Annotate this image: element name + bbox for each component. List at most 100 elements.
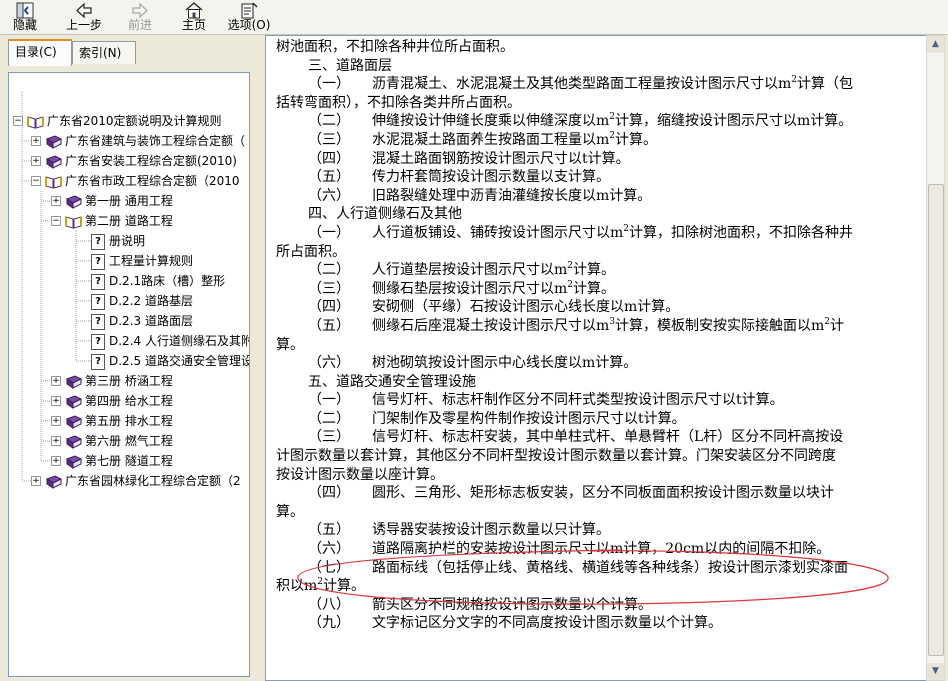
scroll-up-icon[interactable]: ▲ — [927, 36, 944, 53]
expand-icon[interactable]: + — [51, 436, 61, 446]
text-line: 按设计图示数量以座计算。 — [276, 466, 444, 483]
tree-item-label: D.2.1路床（槽）整形 — [109, 274, 226, 288]
closed-book-icon — [65, 454, 82, 469]
text-line: （九） 文字标记区分文字的不同高度按设计图示数量以个计算。 — [308, 615, 722, 632]
help-page-icon: ? — [91, 313, 105, 330]
text-line: （六） 旧路裂缝处理中沥青油灌缝按长度以m计算。 — [308, 187, 652, 204]
help-page-icon: ? — [91, 333, 105, 350]
text-line: （六） 树池砌筑按设计图示中心线长度以m计算。 — [308, 355, 638, 372]
text-line: 算。 — [276, 503, 304, 520]
expand-icon[interactable]: + — [51, 196, 61, 206]
contents-tree[interactable]: − 广东省2010定额说明及计算规则 + 广东省建筑与装饰工程综合定额（ + 广… — [8, 72, 250, 677]
text-line: （六） 道路隔离护栏的安装按设计图示尺寸以m计算，20cm以内的间隔不扣除。 — [308, 541, 831, 558]
options-button[interactable]: 选项(O) — [226, 0, 272, 34]
back-button[interactable]: 上一步 — [62, 0, 106, 34]
closed-book-icon — [65, 374, 82, 389]
help-page-icon: ? — [91, 293, 105, 310]
tree-item-page[interactable]: ? D.2.3 道路面层 — [91, 311, 193, 331]
tree-item-label: 第二册 道路工程 — [85, 214, 173, 228]
closed-book-icon — [65, 394, 82, 409]
text-line: （五） 侧缘石后座混凝土按设计图示尺寸以m3计算，模板制安按实际接触面以m2计 — [308, 316, 845, 334]
home-button[interactable]: 主页 — [178, 0, 210, 34]
expand-icon[interactable]: + — [31, 156, 41, 166]
tree-item-label: 广东省市政工程综合定额（2010 — [65, 174, 240, 188]
closed-book-icon — [45, 134, 62, 149]
tree-item-label: 广东省建筑与装饰工程综合定额（ — [65, 134, 246, 148]
options-icon — [241, 2, 258, 19]
topic-content: 树池面积，不扣除各种井位所占面积。 三、道路面层 （一） 沥青混凝土、水泥混凝土及… — [265, 35, 927, 681]
forward-label: 前进 — [127, 18, 152, 32]
navigation-pane: 目录(C) 索引(N) − 广东省2010定额说明及计算规则 + 广东省建筑与装… — [0, 35, 258, 681]
tab-contents[interactable]: 目录(C) — [8, 39, 72, 66]
tab-contents-label: 目录(C) — [15, 45, 57, 59]
tree-item-label: 广东省安装工程综合定额(2010) — [65, 154, 237, 168]
text-line: （三） 信号灯杆、标志杆安装，其中单柱式杆、单悬臂杆（L杆）区分不同杆高按设 — [308, 429, 844, 446]
text-line: （一） 人行道板铺设、铺砖按设计图示尺寸以m2计算，扣除树池面积，不扣除各种井 — [308, 223, 854, 241]
tree-item-label: 第一册 通用工程 — [85, 194, 173, 208]
tree-item-page[interactable]: ? D.2.1路床（槽）整形 — [91, 271, 225, 291]
closed-book-icon — [65, 194, 82, 209]
text-line: （二） 伸缝按设计伸缝长度乘以伸缝深度以m2计算，缩缝按设计图示尺寸以m计算。 — [308, 112, 853, 130]
section-heading: 三、道路面层 — [308, 57, 392, 74]
tree-item-page[interactable]: ? 册说明 — [91, 231, 145, 251]
tree-item-label: D.2.4 人行道侧缘石及其附 — [109, 334, 250, 348]
expand-icon[interactable]: + — [51, 456, 61, 466]
toolbar: 隐藏 上一步 前进 主页 选项(O) — [0, 0, 948, 35]
text-line: （二） 人行道垫层按设计图示尺寸以m2计算。 — [308, 261, 616, 279]
expand-icon[interactable]: + — [31, 476, 41, 486]
expand-icon[interactable]: + — [51, 416, 61, 426]
scrollbar-thumb[interactable] — [928, 184, 944, 656]
tree-item-page[interactable]: ? D.2.5 道路交通安全管理设 — [91, 351, 250, 371]
tree-item-label: 广东省园林绿化工程综合定额（2 — [65, 474, 241, 488]
text-line: （四） 安砌侧（平缘）石按设计图示心线长度以m计算。 — [308, 299, 680, 316]
help-page-icon: ? — [91, 253, 105, 270]
expand-icon[interactable]: + — [31, 136, 41, 146]
text-line: （三） 水泥混凝土路面养生按路面工程量以m2计算。 — [308, 130, 658, 148]
section-heading: 五、道路交通安全管理设施 — [308, 373, 476, 390]
tree-item-label: 工程量计算规则 — [109, 254, 194, 268]
help-page-icon: ? — [91, 233, 105, 250]
forward-button[interactable]: 前进 — [122, 0, 158, 34]
tree-item-label: D.2.3 道路面层 — [109, 314, 193, 328]
tree-item-label: 第六册 燃气工程 — [85, 434, 173, 448]
tree-item-page[interactable]: ? 工程量计算规则 — [91, 251, 193, 271]
hide-label: 隐藏 — [12, 18, 37, 32]
open-book-icon — [27, 115, 44, 129]
back-arrow-icon — [76, 2, 92, 19]
closed-book-icon — [65, 414, 82, 429]
text-line: （八） 箭头区分不同规格按设计图示数量以个计算。 — [308, 596, 652, 613]
tree-item-page[interactable]: ? D.2.2 道路基层 — [91, 291, 193, 311]
expand-icon[interactable]: + — [51, 376, 61, 386]
text-line: 所占面积。 — [276, 243, 346, 260]
vertical-scrollbar[interactable]: ▲ ▼ — [926, 35, 945, 681]
tree-item-page[interactable]: ? D.2.4 人行道侧缘石及其附 — [91, 331, 250, 351]
text-line: （四） 混凝土路面钢筋按设计图示尺寸以t计算。 — [308, 150, 630, 167]
closed-book-icon — [65, 434, 82, 449]
collapse-icon[interactable]: − — [51, 216, 61, 226]
tree-item-label: 册说明 — [109, 234, 146, 248]
open-book-icon — [65, 215, 82, 229]
expand-icon[interactable]: + — [51, 396, 61, 406]
hide-button[interactable]: 隐藏 — [8, 0, 42, 34]
text-line: 括转弯面积），不扣除各类井所占面积。 — [276, 94, 521, 111]
home-icon — [185, 2, 203, 19]
collapse-icon[interactable]: − — [31, 176, 41, 186]
topic-text: 树池面积，不扣除各种井位所占面积。 三、道路面层 （一） 沥青混凝土、水泥混凝土及… — [276, 38, 916, 633]
scroll-down-icon[interactable]: ▼ — [927, 663, 944, 680]
tree-item-label: D.2.5 道路交通安全管理设 — [109, 354, 250, 368]
tab-index-label: 索引(N) — [79, 46, 122, 60]
text-line: （二） 门架制作及零星构件制作按设计图示尺寸以t计算。 — [308, 410, 686, 427]
open-book-icon — [45, 175, 62, 189]
text-line: （五） 诱导器安装按设计图示数量以只计算。 — [308, 522, 610, 539]
text-line: 计图示数量以套计算，其他区分不同杆型按设计图示数量以套计算。门架安装区分不同跨度 — [276, 448, 836, 465]
text-line: （四） 圆形、三角形、矩形标志板安装，区分不同板面面积按设计图示数量以块计 — [308, 485, 834, 502]
tree-item-label: 第五册 排水工程 — [85, 414, 173, 428]
text-line: 树池面积，不扣除各种井位所占面积。 — [276, 39, 514, 55]
text-line: 算。 — [276, 336, 304, 353]
collapse-icon[interactable]: − — [13, 116, 23, 126]
home-label: 主页 — [181, 18, 206, 32]
section-heading: 四、人行道侧缘石及其他 — [308, 206, 462, 223]
text-line: （一） 信号灯杆、标志杆制作区分不同杆式类型按设计图示尺寸以t计算。 — [308, 392, 784, 409]
tree-item-label: 第七册 隧道工程 — [85, 454, 173, 468]
tab-index[interactable]: 索引(N) — [72, 41, 136, 64]
